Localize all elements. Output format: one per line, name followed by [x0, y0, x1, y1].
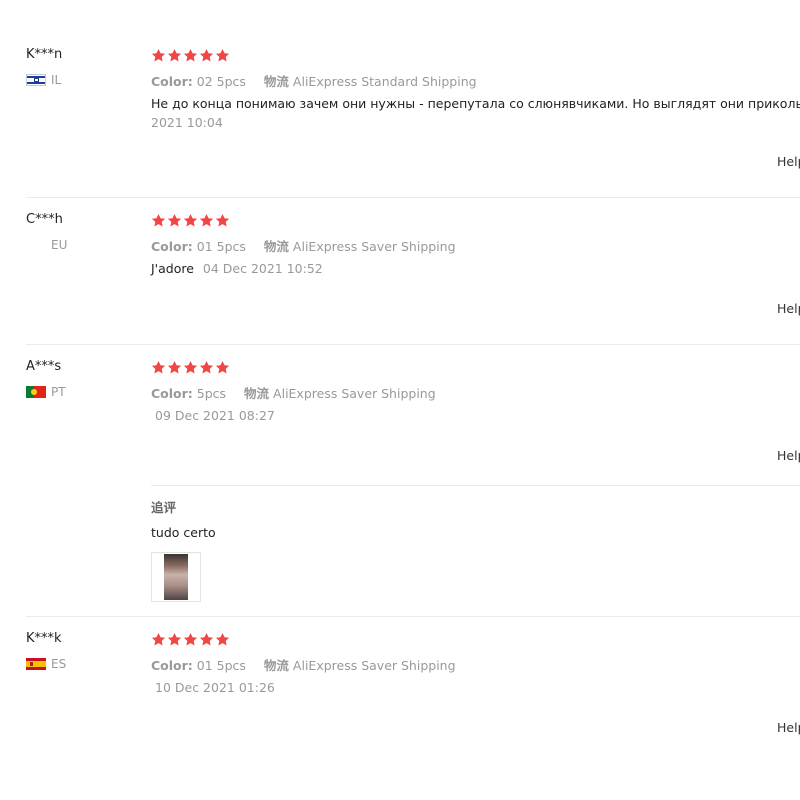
star-icon [183, 360, 198, 375]
review-date: 2021 10:04 [151, 115, 223, 130]
review-date: 04 Dec 2021 10:52 [202, 261, 323, 276]
star-icon [167, 632, 182, 647]
shipping-label: 物流 [244, 386, 270, 401]
rating-stars [151, 360, 230, 375]
star-icon [167, 360, 182, 375]
followup-divider [151, 485, 800, 486]
color-value: 5pcs [196, 386, 227, 401]
review-photo [164, 554, 188, 600]
star-icon [183, 213, 198, 228]
country-code: IL [51, 73, 62, 87]
color-value: 02 5pcs [196, 74, 246, 89]
star-icon [167, 213, 182, 228]
rating-stars [151, 632, 230, 647]
review-meta: Color: 5pcs 物流 AliExpress Saver Shipping [151, 383, 436, 402]
review-date: 09 Dec 2021 08:27 [155, 408, 275, 423]
divider [26, 344, 800, 345]
shipping-value: AliExpress Standard Shipping [292, 74, 477, 89]
color-label: Color: [151, 74, 193, 89]
star-icon [199, 360, 214, 375]
review-meta: Color: 01 5pcs 物流 AliExpress Saver Shipp… [151, 655, 456, 674]
divider [26, 616, 800, 617]
star-icon [199, 632, 214, 647]
star-icon [199, 213, 214, 228]
spain-flag-icon [26, 658, 46, 670]
star-icon [151, 632, 166, 647]
color-value: 01 5pcs [196, 658, 246, 673]
star-icon [215, 360, 230, 375]
reviewer-country: ES [26, 657, 66, 671]
review-meta: Color: 01 5pcs 物流 AliExpress Saver Shipp… [151, 236, 456, 255]
country-code: PT [51, 385, 66, 399]
star-icon [167, 48, 182, 63]
review-text: Не до конца понимаю зачем они нужны - пе… [151, 96, 800, 111]
reviews-list: K***n IL Color: 02 5pcs 物流 AliExpress St… [0, 0, 800, 800]
star-icon [183, 48, 198, 63]
shipping-label: 物流 [263, 74, 289, 89]
rating-stars [151, 48, 230, 63]
shipping-label: 物流 [263, 658, 289, 673]
reviewer-name: K***n [26, 47, 63, 62]
country-code: ES [51, 657, 67, 671]
reviewer-country: IL [26, 73, 61, 87]
followup-title: 追评 [151, 500, 177, 515]
review-content: J'adore 04 Dec 2021 10:52 [151, 261, 323, 276]
shipping-label: 物流 [263, 239, 289, 254]
shipping-value: AliExpress Saver Shipping [273, 386, 436, 401]
helpful-button[interactable]: Help [777, 448, 800, 463]
reviewer-name: C***h [26, 212, 63, 227]
reviewer-country: PT [26, 385, 66, 399]
shipping-value: AliExpress Saver Shipping [292, 239, 456, 254]
reviewer-country: EU [26, 238, 67, 252]
review-text: J'adore [151, 261, 194, 276]
followup-text: tudo certo [151, 525, 216, 540]
shipping-value: AliExpress Saver Shipping [292, 658, 456, 673]
israel-flag-icon [26, 74, 46, 86]
color-label: Color: [151, 239, 193, 254]
flag-placeholder-icon [26, 239, 46, 251]
helpful-button[interactable]: Help [777, 154, 800, 169]
star-icon [183, 632, 198, 647]
portugal-flag-icon [26, 386, 46, 398]
star-icon [215, 213, 230, 228]
divider [26, 197, 800, 198]
review-date: 10 Dec 2021 01:26 [155, 680, 275, 695]
color-label: Color: [151, 386, 193, 401]
star-icon [215, 632, 230, 647]
review-photo-thumbnail[interactable] [151, 552, 201, 602]
helpful-button[interactable]: Help [777, 720, 800, 735]
color-value: 01 5pcs [196, 239, 246, 254]
star-icon [151, 48, 166, 63]
star-icon [199, 48, 214, 63]
color-label: Color: [151, 658, 193, 673]
star-icon [151, 213, 166, 228]
country-code: EU [51, 238, 68, 252]
rating-stars [151, 213, 230, 228]
reviewer-name: K***k [26, 631, 62, 646]
star-icon [151, 360, 166, 375]
star-icon [215, 48, 230, 63]
reviewer-name: A***s [26, 359, 62, 374]
helpful-button[interactable]: Help [777, 301, 800, 316]
review-meta: Color: 02 5pcs 物流 AliExpress Standard Sh… [151, 71, 477, 90]
